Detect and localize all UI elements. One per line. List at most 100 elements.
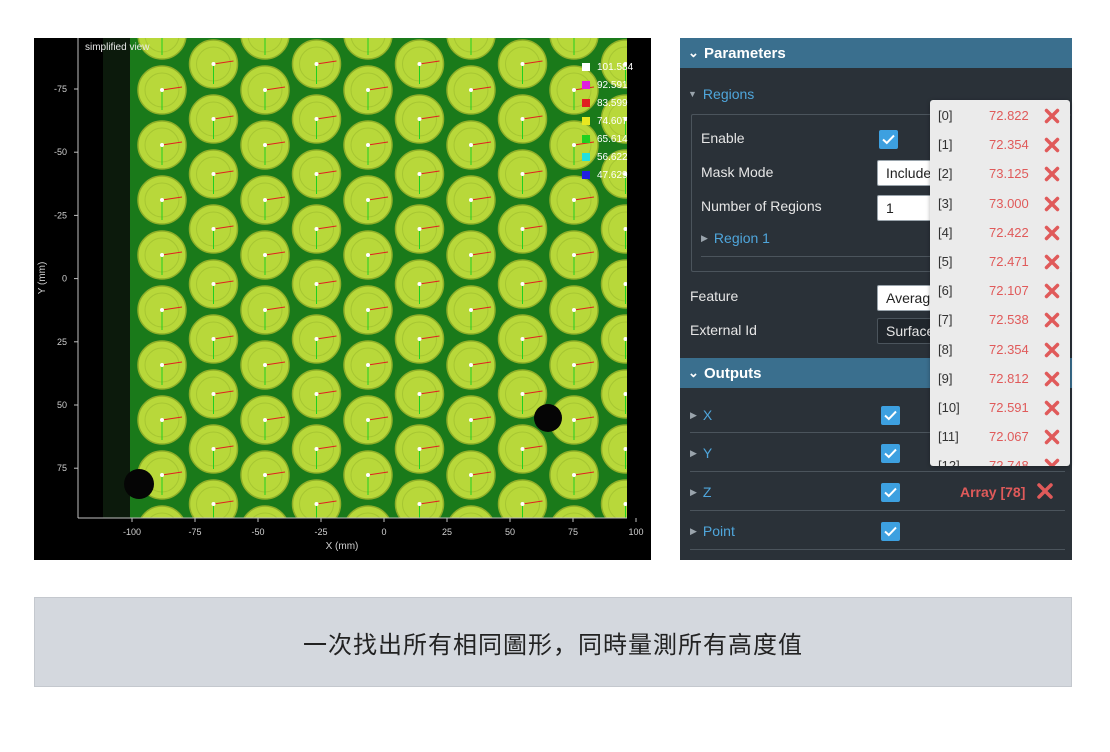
close-icon[interactable] bbox=[1043, 428, 1061, 446]
num-regions-input[interactable]: 1 bbox=[877, 195, 937, 221]
array-row[interactable]: [12] 72.748 bbox=[930, 451, 1070, 466]
y-tick-label: 0 bbox=[62, 274, 67, 284]
array-row-value: 72.822 bbox=[989, 108, 1029, 123]
array-row-value: 73.000 bbox=[989, 195, 1029, 211]
array-row-value: 72.107 bbox=[989, 283, 1029, 299]
close-icon[interactable] bbox=[1043, 224, 1061, 242]
output-x[interactable]: ▶ X bbox=[690, 407, 712, 423]
caption-text: 一次找出所有相同圖形，同時量測所有高度值 bbox=[303, 630, 803, 659]
region-1-label: Region 1 bbox=[713, 230, 770, 246]
close-icon[interactable] bbox=[1043, 370, 1061, 388]
legend-value: 74.607 bbox=[597, 115, 628, 127]
cap-center-point bbox=[469, 473, 473, 477]
output-z-value[interactable]: Array [78] bbox=[960, 484, 1025, 500]
array-row-value: 72.471 bbox=[989, 254, 1029, 269]
z-array-popup[interactable]: [0] 72.822 [1] 72.354 [2] 73.125 [3] 73.000 [4] 7… bbox=[930, 100, 1070, 466]
output-x-checkbox[interactable] bbox=[881, 406, 900, 425]
cap-center-point bbox=[366, 88, 370, 92]
output-divider bbox=[690, 432, 940, 433]
legend-swatch bbox=[582, 135, 590, 143]
close-icon[interactable] bbox=[1043, 457, 1061, 466]
check-icon bbox=[882, 134, 895, 145]
x-tick-label: -50 bbox=[251, 527, 264, 537]
enable-checkbox[interactable] bbox=[879, 130, 898, 149]
close-icon[interactable] bbox=[1043, 136, 1061, 154]
x-tick-label: 75 bbox=[568, 527, 578, 537]
array-row[interactable]: [1] 72.354 bbox=[930, 130, 1070, 159]
array-row-value: 73.125 bbox=[989, 166, 1029, 182]
mask-mode-select[interactable]: Include bbox=[877, 160, 937, 186]
legend-entry: 65.614 bbox=[582, 130, 642, 148]
cap-center-point bbox=[520, 172, 525, 176]
mask-mode-label: Mask Mode bbox=[701, 164, 774, 180]
array-row[interactable]: [2] 73.125 bbox=[930, 159, 1070, 188]
cap-center-point bbox=[417, 502, 422, 506]
cap-center-point bbox=[417, 62, 422, 66]
array-row[interactable]: [6] 72.107 bbox=[930, 276, 1070, 305]
array-row[interactable]: [0] 72.822 bbox=[930, 101, 1070, 130]
close-icon[interactable] bbox=[1043, 282, 1061, 300]
output-z-checkbox[interactable] bbox=[881, 483, 900, 502]
output-point-label: Point bbox=[702, 523, 735, 539]
array-row-value: 72.354 bbox=[989, 137, 1029, 153]
array-row[interactable]: [7] 72.538 bbox=[930, 305, 1070, 334]
close-icon[interactable] bbox=[1043, 311, 1061, 329]
cap-center-point bbox=[520, 392, 525, 396]
array-row[interactable]: [10] 72.591 bbox=[930, 393, 1070, 422]
close-icon[interactable] bbox=[1043, 399, 1061, 417]
cap-center-point bbox=[417, 172, 422, 176]
height-map-viewer[interactable]: -100 -75 -50 -25 0 25 50 75 100 X (mm) -75 -50 -25 0 2… bbox=[34, 38, 651, 560]
x-tick-label: 100 bbox=[628, 527, 643, 537]
cap-center-point bbox=[623, 447, 628, 451]
cap-center-point bbox=[623, 392, 628, 396]
cap-center-point bbox=[520, 502, 525, 506]
close-icon[interactable] bbox=[1043, 107, 1061, 125]
array-row[interactable]: [8] 72.354 bbox=[930, 335, 1070, 364]
region-1-toggle[interactable]: ▶ Region 1 bbox=[701, 230, 770, 246]
x-tick-label: -75 bbox=[188, 527, 201, 537]
close-icon[interactable] bbox=[1035, 481, 1055, 501]
feature-select[interactable]: Average bbox=[877, 285, 937, 311]
cap-center-point bbox=[623, 502, 628, 506]
array-row[interactable]: [11] 72.067 bbox=[930, 422, 1070, 451]
cap-center-point bbox=[417, 392, 422, 396]
cap-center-point bbox=[160, 198, 164, 202]
parameters-header[interactable]: ⌄ Parameters bbox=[680, 38, 1072, 68]
array-row[interactable]: [4] 72.422 bbox=[930, 218, 1070, 247]
cap-center-point bbox=[366, 253, 370, 257]
cap-center-point bbox=[572, 198, 576, 202]
cap-center-point bbox=[469, 308, 473, 312]
cap-center-point bbox=[160, 253, 164, 257]
defect-cap bbox=[534, 404, 562, 432]
array-row-index: [10] bbox=[938, 400, 960, 415]
array-row-index: [5] bbox=[938, 254, 953, 269]
cap-center-point bbox=[417, 447, 422, 451]
array-row-value: 72.812 bbox=[989, 370, 1029, 386]
regions-toggle[interactable]: ▼ Regions bbox=[688, 86, 754, 102]
external-id-input[interactable]: Surface bbox=[877, 318, 937, 344]
array-row[interactable]: [9] 72.812 bbox=[930, 364, 1070, 393]
array-row[interactable]: [3] 73.000 bbox=[930, 189, 1070, 218]
array-row-index: [1] bbox=[938, 137, 953, 153]
cap-center-point bbox=[263, 143, 267, 147]
array-row-value: 72.354 bbox=[989, 341, 1029, 357]
cap-center-point bbox=[263, 308, 267, 312]
legend-value: 65.614 bbox=[597, 133, 628, 145]
close-icon[interactable] bbox=[1043, 341, 1061, 359]
cap-center-point bbox=[160, 308, 164, 312]
output-y[interactable]: ▶ Y bbox=[690, 445, 712, 461]
chevron-down-icon: ⌄ bbox=[688, 365, 699, 380]
close-icon[interactable] bbox=[1043, 253, 1061, 271]
caption-banner: 一次找出所有相同圖形，同時量測所有高度值 bbox=[34, 597, 1072, 687]
close-icon[interactable] bbox=[1043, 165, 1061, 183]
output-y-checkbox[interactable] bbox=[881, 444, 900, 463]
array-row-index: [6] bbox=[938, 283, 953, 299]
output-point[interactable]: ▶ Point bbox=[690, 523, 735, 539]
array-row[interactable]: [5] 72.471 bbox=[930, 247, 1070, 276]
array-row-index: [0] bbox=[938, 108, 953, 123]
enable-label: Enable bbox=[701, 130, 745, 146]
close-icon[interactable] bbox=[1043, 195, 1061, 213]
output-point-checkbox[interactable] bbox=[881, 522, 900, 541]
output-z[interactable]: ▶ Z bbox=[690, 484, 711, 500]
height-map-plot[interactable]: -100 -75 -50 -25 0 25 50 75 100 X (mm) -75 -50 -25 0 2… bbox=[34, 38, 651, 560]
